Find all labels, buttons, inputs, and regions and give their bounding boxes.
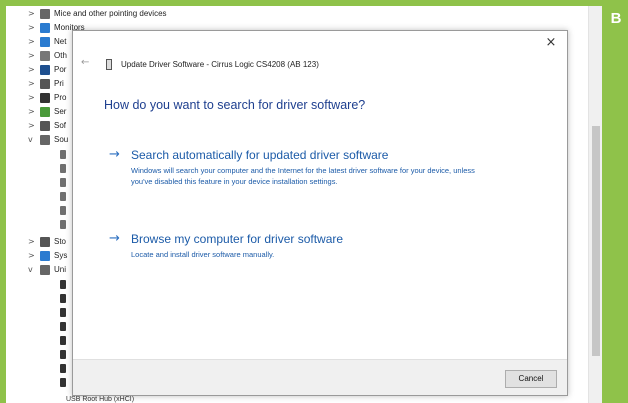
- tree-item-label: Ser: [54, 107, 67, 116]
- audio-device-icon[interactable]: [60, 206, 66, 215]
- tree-item[interactable]: > Sys: [28, 250, 78, 264]
- tree-item-label: Sou: [54, 135, 69, 144]
- chevron-right-icon[interactable]: >: [28, 65, 36, 74]
- tree-item[interactable]: > Net: [28, 36, 78, 50]
- option-title: Search automatically for updated driver …: [131, 148, 389, 162]
- usb-icon: [40, 265, 50, 275]
- usb-device-icon[interactable]: [60, 378, 66, 387]
- tree-item[interactable]: > Sof: [28, 120, 78, 134]
- frame-border-right: [602, 0, 628, 403]
- chevron-right-icon[interactable]: >: [28, 107, 36, 116]
- chevron-down-icon[interactable]: v: [28, 135, 36, 144]
- tree-item-label: Uni: [54, 265, 67, 274]
- chevron-right-icon[interactable]: >: [28, 9, 36, 18]
- arrow-right-icon: →: [109, 147, 120, 162]
- tree-item-usb-root-hub[interactable]: USB Root Hub (xHCI): [66, 396, 134, 403]
- update-driver-dialog: × ← Update Driver Software - Cirrus Logi…: [72, 30, 568, 396]
- tree-item[interactable]: > Pro: [28, 92, 78, 106]
- audio-device-icon[interactable]: [60, 220, 66, 229]
- search-automatically-option[interactable]: → Search automatically for updated drive…: [109, 147, 509, 207]
- option-description: Locate and install driver software manua…: [131, 250, 275, 259]
- processor-icon: [40, 93, 50, 103]
- software-device-icon: [40, 121, 50, 131]
- scrollbar-thumb[interactable]: [592, 126, 600, 356]
- chevron-right-icon[interactable]: >: [28, 121, 36, 130]
- device-icon: [106, 59, 112, 70]
- cancel-button[interactable]: Cancel: [505, 370, 557, 388]
- chevron-down-icon[interactable]: v: [28, 265, 36, 274]
- tree-item[interactable]: > Sto: [28, 236, 78, 250]
- tree-item[interactable]: > Oth: [28, 50, 78, 64]
- chevron-right-icon[interactable]: >: [28, 23, 36, 32]
- speaker-icon: [40, 135, 50, 145]
- tree-item[interactable]: > Ser: [28, 106, 78, 120]
- audio-device-icon[interactable]: [60, 192, 66, 201]
- browse-computer-option[interactable]: → Browse my computer for driver software…: [109, 231, 509, 265]
- usb-device-icon[interactable]: [60, 350, 66, 359]
- usb-device-icon[interactable]: [60, 308, 66, 317]
- tree-item[interactable]: > Mice and other pointing devices: [28, 8, 228, 22]
- option-title: Browse my computer for driver software: [131, 232, 344, 246]
- option-description: Windows will search your computer and th…: [131, 166, 475, 186]
- chevron-right-icon[interactable]: >: [28, 37, 36, 46]
- usb-device-icon[interactable]: [60, 294, 66, 303]
- chevron-right-icon[interactable]: >: [28, 237, 36, 246]
- chevron-right-icon[interactable]: >: [28, 93, 36, 102]
- dialog-heading: How do you want to search for driver sof…: [104, 98, 366, 112]
- audio-device-icon[interactable]: [60, 164, 66, 173]
- dialog-title: Update Driver Software - Cirrus Logic CS…: [121, 60, 319, 69]
- network-icon: [40, 37, 50, 47]
- audio-device-icon[interactable]: [60, 178, 66, 187]
- tree-item[interactable]: v Uni: [28, 264, 78, 278]
- tree-item-label: Net: [54, 37, 67, 46]
- tree-item-label: Mice and other pointing devices: [54, 9, 167, 18]
- dialog-footer: Cancel: [73, 359, 567, 395]
- other-devices-icon: [40, 51, 50, 61]
- tree-item-label: Pri: [54, 79, 64, 88]
- usb-device-icon[interactable]: [60, 336, 66, 345]
- ports-icon: [40, 65, 50, 75]
- arrow-right-icon: →: [109, 231, 120, 246]
- storage-icon: [40, 237, 50, 247]
- back-arrow-icon[interactable]: ←: [81, 57, 89, 68]
- tree-item[interactable]: > Pri: [28, 78, 78, 92]
- tree-item-label: Oth: [54, 51, 67, 60]
- system-icon: [40, 251, 50, 261]
- print-queue-icon: [40, 79, 50, 89]
- tree-item[interactable]: > Por: [28, 64, 78, 78]
- figure-badge: B: [610, 10, 622, 27]
- tree-item-label: Sto: [54, 237, 67, 246]
- audio-device-icon[interactable]: [60, 150, 66, 159]
- tree-item-label: Por: [54, 65, 67, 74]
- chevron-right-icon[interactable]: >: [28, 51, 36, 60]
- usb-device-icon[interactable]: [60, 322, 66, 331]
- tree-item-label: Sof: [54, 121, 67, 130]
- chevron-right-icon[interactable]: >: [28, 251, 36, 260]
- tree-item[interactable]: v Sou: [28, 134, 78, 148]
- usb-device-icon[interactable]: [60, 364, 66, 373]
- vertical-scrollbar[interactable]: [588, 6, 602, 403]
- software-icon: [40, 107, 50, 117]
- monitor-icon: [40, 23, 50, 33]
- tree-item-label: Sys: [54, 251, 68, 260]
- usb-device-icon[interactable]: [60, 280, 66, 289]
- chevron-right-icon[interactable]: >: [28, 79, 36, 88]
- mouse-icon: [40, 9, 50, 19]
- tree-item-label: Pro: [54, 93, 67, 102]
- close-button[interactable]: ×: [543, 35, 559, 51]
